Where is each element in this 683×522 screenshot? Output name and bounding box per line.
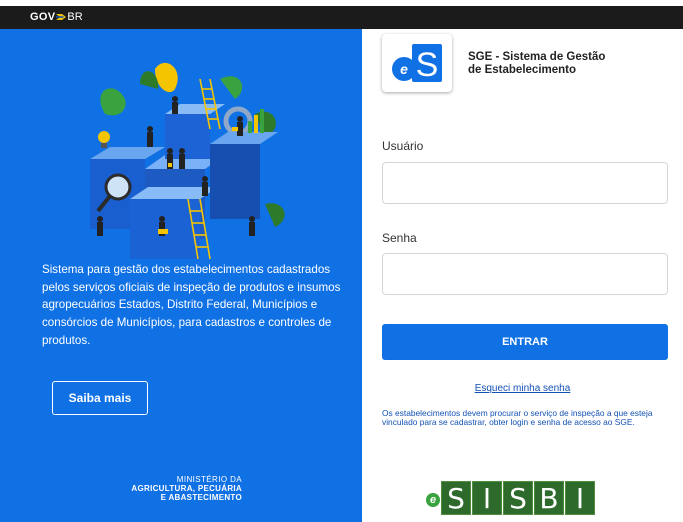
login-panel: e S SGE - Sistema de Gestão de Estabelec… [362,29,683,522]
sge-logo-icon: e S [392,44,442,84]
senha-input[interactable] [382,253,668,295]
ministerio-logo: MINISTÉRIO DA AGRICULTURA, PECUÁRIA E AB… [131,475,242,502]
left-panel: Sistema para gestão dos estabelecimentos… [0,29,362,522]
ministerio-line-2: AGRICULTURA, PECUÁRIA [131,484,242,493]
sisbi-letter: S [503,481,533,515]
sge-logo: e S [382,34,452,92]
forgot-password-link[interactable]: Esqueci minha senha [362,383,683,394]
entrar-button[interactable]: ENTRAR [382,324,668,360]
gov-bar: GOV BR [0,6,683,29]
sisbi-letter: S [441,481,471,515]
gov-text: GOV [30,11,56,23]
app-name-line-1: SGE - Sistema de Gestão [468,51,606,63]
teamwork-illustration [90,62,285,260]
br-text: BR [67,11,83,23]
saiba-mais-button[interactable]: Saiba mais [52,381,148,415]
ministerio-line-3: E ABASTECIMENTO [160,493,242,502]
usuario-input[interactable] [382,162,668,204]
sisbi-letter: I [472,481,502,515]
senha-label: Senha [382,231,417,245]
gov-br-logo[interactable]: GOV BR [30,11,83,23]
sisbi-letter: I [565,481,595,515]
sge-logo-e: e [400,61,408,77]
app-name: SGE - Sistema de Gestão de Estabelecimen… [468,51,605,77]
system-description: Sistema para gestão dos estabelecimentos… [42,263,341,347]
sge-logo-s: S [416,46,439,84]
gov-arrow-icon [56,14,67,20]
sisbi-logo: e S I S B I [426,480,616,516]
usuario-label: Usuário [382,139,424,153]
sisbi-e: e [426,493,440,507]
app-name-line-2: de Estabelecimento [468,64,577,76]
info-text: Os estabelecimentos devem procurar o ser… [382,408,653,428]
ministerio-line-1: MINISTÉRIO DA [176,475,242,484]
sisbi-letter: B [534,481,564,515]
